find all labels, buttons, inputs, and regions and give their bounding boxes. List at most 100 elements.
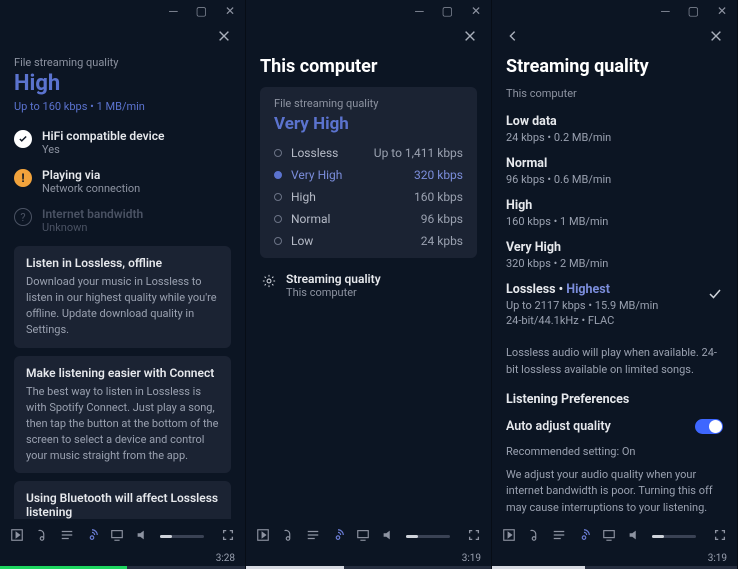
close-icon[interactable] <box>709 29 723 43</box>
minimize-icon[interactable]: ─ <box>415 4 424 18</box>
minimize-icon[interactable]: ─ <box>169 4 178 18</box>
lyrics-icon[interactable] <box>35 528 49 545</box>
tier-title: Lossless • Highest <box>506 282 707 297</box>
quality-option-high[interactable]: High 160 kbps <box>274 186 463 208</box>
option-label: Lossless <box>291 146 338 160</box>
preferences-header: Listening Preferences <box>506 392 723 407</box>
check-icon <box>707 286 723 305</box>
radio-icon <box>274 237 282 245</box>
close-icon[interactable] <box>217 29 231 43</box>
page-subtitle: This computer <box>506 87 723 100</box>
status-title: Internet bandwidth <box>42 207 143 221</box>
maximize-icon[interactable]: ▢ <box>196 4 207 18</box>
block-label: File streaming quality <box>274 97 463 112</box>
now-playing-icon[interactable] <box>502 528 516 545</box>
now-playing-icon[interactable] <box>256 528 270 545</box>
option-label: Normal <box>291 212 330 226</box>
auto-adjust-toggle[interactable] <box>695 419 723 434</box>
radio-icon <box>274 149 282 157</box>
link-title: Streaming quality <box>286 272 381 286</box>
option-label: Low <box>291 234 313 248</box>
maximize-icon[interactable]: ▢ <box>442 4 453 18</box>
option-value: Up to 1,411 kbps <box>374 146 463 160</box>
track-time: 3:19 <box>246 553 491 566</box>
fullscreen-icon[interactable] <box>467 528 481 545</box>
tier-sub: 96 kbps • 0.6 MB/min <box>506 173 723 186</box>
block-quality: Very High <box>274 114 463 134</box>
volume-icon[interactable] <box>381 528 395 545</box>
status-hifi: HiFi compatible device Yes <box>14 129 231 156</box>
volume-slider[interactable] <box>406 535 450 538</box>
tier-sub: 320 kbps • 2 MB/min <box>506 257 723 270</box>
option-label: High <box>291 190 316 204</box>
window-controls: ─ ▢ ✕ <box>492 0 737 20</box>
tier-veryhigh[interactable]: Very High 320 kbps • 2 MB/min <box>506 240 723 270</box>
close-window-icon[interactable]: ✕ <box>225 4 235 18</box>
warning-icon: ! <box>14 169 32 187</box>
fullscreen-icon[interactable] <box>221 528 235 545</box>
volume-icon[interactable] <box>135 528 149 545</box>
toggle-label: Auto adjust quality <box>506 419 611 434</box>
volume-slider[interactable] <box>652 535 696 538</box>
quality-subtext[interactable]: Up to 160 kbps • 1 MB/min <box>14 100 231 113</box>
connect-icon[interactable] <box>331 528 345 545</box>
tier-title: High <box>506 198 723 213</box>
tier-sub: 160 kbps • 1 MB/min <box>506 215 723 228</box>
info-card: Make listening easier with Connect The b… <box>14 356 231 474</box>
device-icon[interactable] <box>110 528 124 545</box>
streaming-quality-link[interactable]: Streaming quality This computer <box>260 270 477 299</box>
status-sub: Yes <box>42 143 164 156</box>
maximize-icon[interactable]: ▢ <box>688 4 699 18</box>
tier-sub: 24-bit/44.1kHz • FLAC <box>506 314 707 327</box>
device-icon[interactable] <box>602 528 616 545</box>
device-icon[interactable] <box>356 528 370 545</box>
quality-option-veryhigh[interactable]: Very High 320 kbps <box>274 164 463 186</box>
info-card: Using Bluetooth will affect Lossless lis… <box>14 481 231 519</box>
lyrics-icon[interactable] <box>281 528 295 545</box>
radio-icon <box>274 193 282 201</box>
question-icon: ? <box>14 208 32 226</box>
radio-icon <box>274 171 282 179</box>
link-sub: This computer <box>286 286 381 299</box>
lossless-description: Lossless audio will play when available.… <box>506 345 723 378</box>
recommended-setting: Recommended setting: On <box>506 444 723 461</box>
quality-option-normal[interactable]: Normal 96 kbps <box>274 208 463 230</box>
queue-icon[interactable] <box>60 528 74 545</box>
tier-lossless[interactable]: Lossless • Highest Up to 2117 kbps • 15.… <box>506 282 723 339</box>
option-value: 160 kbps <box>414 190 463 204</box>
connect-icon[interactable] <box>85 528 99 545</box>
connect-icon[interactable] <box>577 528 591 545</box>
volume-slider[interactable] <box>160 535 204 538</box>
back-icon[interactable] <box>506 29 520 43</box>
option-value: 24 kpbs <box>421 234 463 248</box>
close-window-icon[interactable]: ✕ <box>717 4 727 18</box>
tier-low[interactable]: Low data 24 kbps • 0.2 MB/min <box>506 114 723 144</box>
close-icon[interactable] <box>463 29 477 43</box>
close-window-icon[interactable]: ✕ <box>471 4 481 18</box>
gear-icon <box>262 274 276 288</box>
card-title: Make listening easier with Connect <box>26 366 219 380</box>
status-title: HiFi compatible device <box>42 129 164 143</box>
info-card: Listen in Lossless, offline Download you… <box>14 246 231 348</box>
tier-high[interactable]: High 160 kbps • 1 MB/min <box>506 198 723 228</box>
track-time: 3:19 <box>492 553 737 566</box>
status-bandwidth: ? Internet bandwidth Unknown <box>14 207 231 234</box>
fullscreen-icon[interactable] <box>713 528 727 545</box>
tier-normal[interactable]: Normal 96 kbps • 0.6 MB/min <box>506 156 723 186</box>
lyrics-icon[interactable] <box>527 528 541 545</box>
volume-icon[interactable] <box>627 528 641 545</box>
page-title: This computer <box>260 56 477 77</box>
minimize-icon[interactable]: ─ <box>661 4 670 18</box>
preference-description: We adjust your audio quality when your i… <box>506 467 723 517</box>
quality-option-low[interactable]: Low 24 kpbs <box>274 230 463 252</box>
window-controls: ─ ▢ ✕ <box>246 0 491 20</box>
player-controls <box>492 519 737 553</box>
quality-option-lossless[interactable]: Lossless Up to 1,411 kbps <box>274 142 463 164</box>
status-title: Playing via <box>42 168 140 182</box>
queue-icon[interactable] <box>552 528 566 545</box>
now-playing-icon[interactable] <box>10 528 24 545</box>
player-controls <box>0 519 245 553</box>
quality-label: File streaming quality <box>14 56 231 69</box>
queue-icon[interactable] <box>306 528 320 545</box>
card-body: The best way to listen in Lossless is wi… <box>26 384 219 464</box>
